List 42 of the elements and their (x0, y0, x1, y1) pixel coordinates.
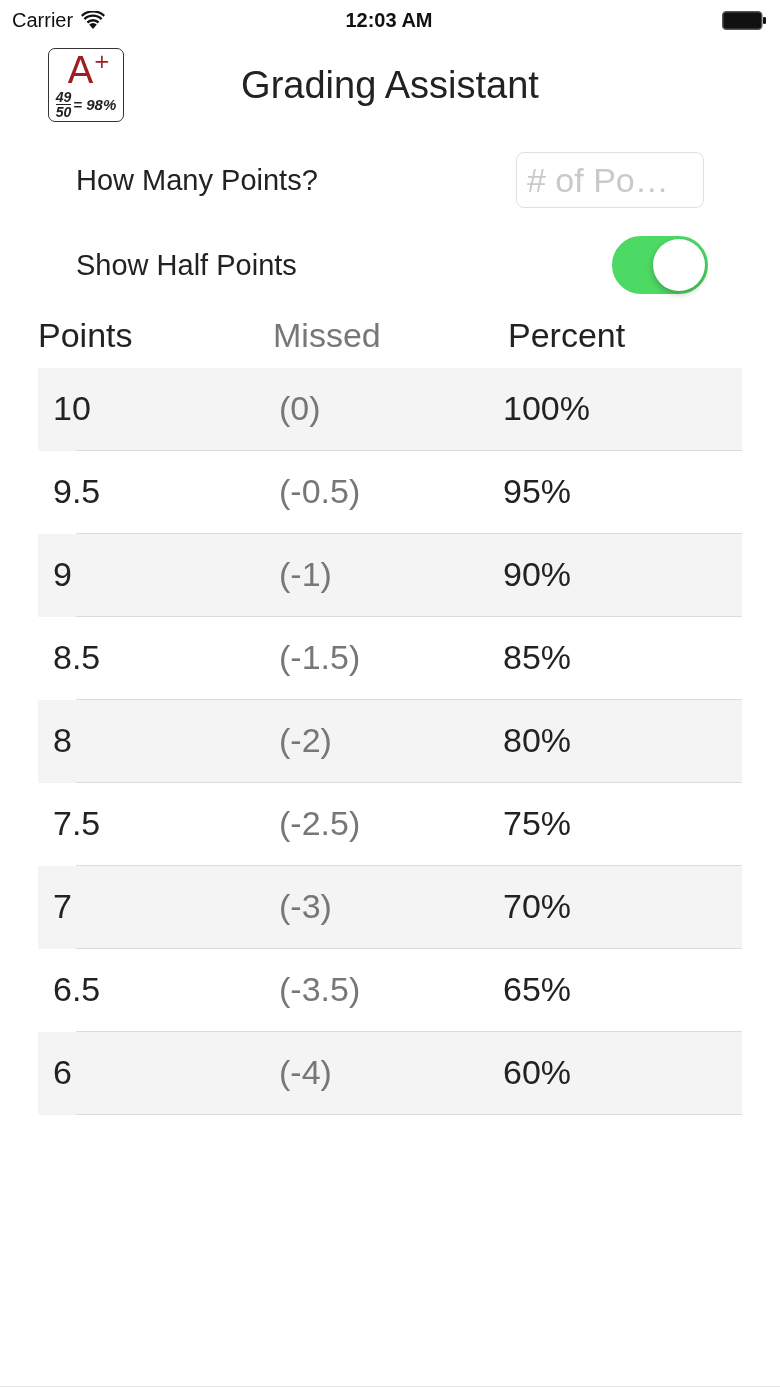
logo-grade: A$^{+}$ (66, 51, 111, 89)
logo-result: = 98% (73, 97, 117, 112)
table-cell-text: 95% (503, 472, 572, 512)
table-cell-text: (-0.5) (279, 472, 361, 512)
table-cell-text: 65% (503, 970, 572, 1010)
logo-numerator: 49 (55, 90, 72, 105)
column-header: Missed (273, 316, 381, 355)
table-cell-text: (0) (279, 389, 321, 429)
table-cell-text: (-1.5) (279, 638, 361, 678)
table-cell-text: 9 (53, 555, 72, 595)
table-cell-text: 80% (503, 721, 572, 761)
table-cell-text: 60% (503, 1053, 572, 1093)
battery-icon (722, 10, 766, 30)
half-points-toggle[interactable] (612, 236, 708, 294)
status-time: 12:03 AM (345, 8, 433, 32)
table-cell-text: (-3.5) (279, 970, 361, 1010)
table-cell-text: 70% (503, 887, 572, 927)
wifi-icon (81, 11, 106, 29)
table-cell-text: (-1) (279, 555, 332, 595)
table-cell-text: 6 (53, 1053, 72, 1093)
table-cell-text: (-4) (279, 1053, 332, 1093)
app-title: Grading Assistant (241, 63, 539, 107)
table-cell-text: (-2) (279, 721, 332, 761)
table-cell-text: 7 (53, 887, 72, 927)
table-cell-text: 10 (53, 389, 91, 429)
table-cell-text: 6.5 (53, 970, 101, 1010)
table-cell-text: 100% (503, 389, 590, 429)
table-cell-text: 85% (503, 638, 572, 678)
logo-denominator: 50 (55, 105, 72, 119)
table-cell-text: 90% (503, 555, 572, 595)
table-cell-text: (-2.5) (279, 804, 361, 844)
table-cell-text: (-3) (279, 887, 332, 927)
column-header: Points (38, 316, 133, 355)
table-cell-text: 75% (503, 804, 572, 844)
table-cell-text: 7.5 (53, 804, 101, 844)
table-cell-text: 9.5 (53, 472, 101, 512)
half-points-label: Show Half Points (76, 248, 297, 282)
points-label: How Many Points? (76, 163, 318, 197)
table-cell-text: 8 (53, 721, 72, 761)
table-cell-text: 8.5 (53, 638, 101, 678)
carrier-name: Carrier (12, 8, 74, 32)
column-header: Percent (508, 316, 626, 355)
